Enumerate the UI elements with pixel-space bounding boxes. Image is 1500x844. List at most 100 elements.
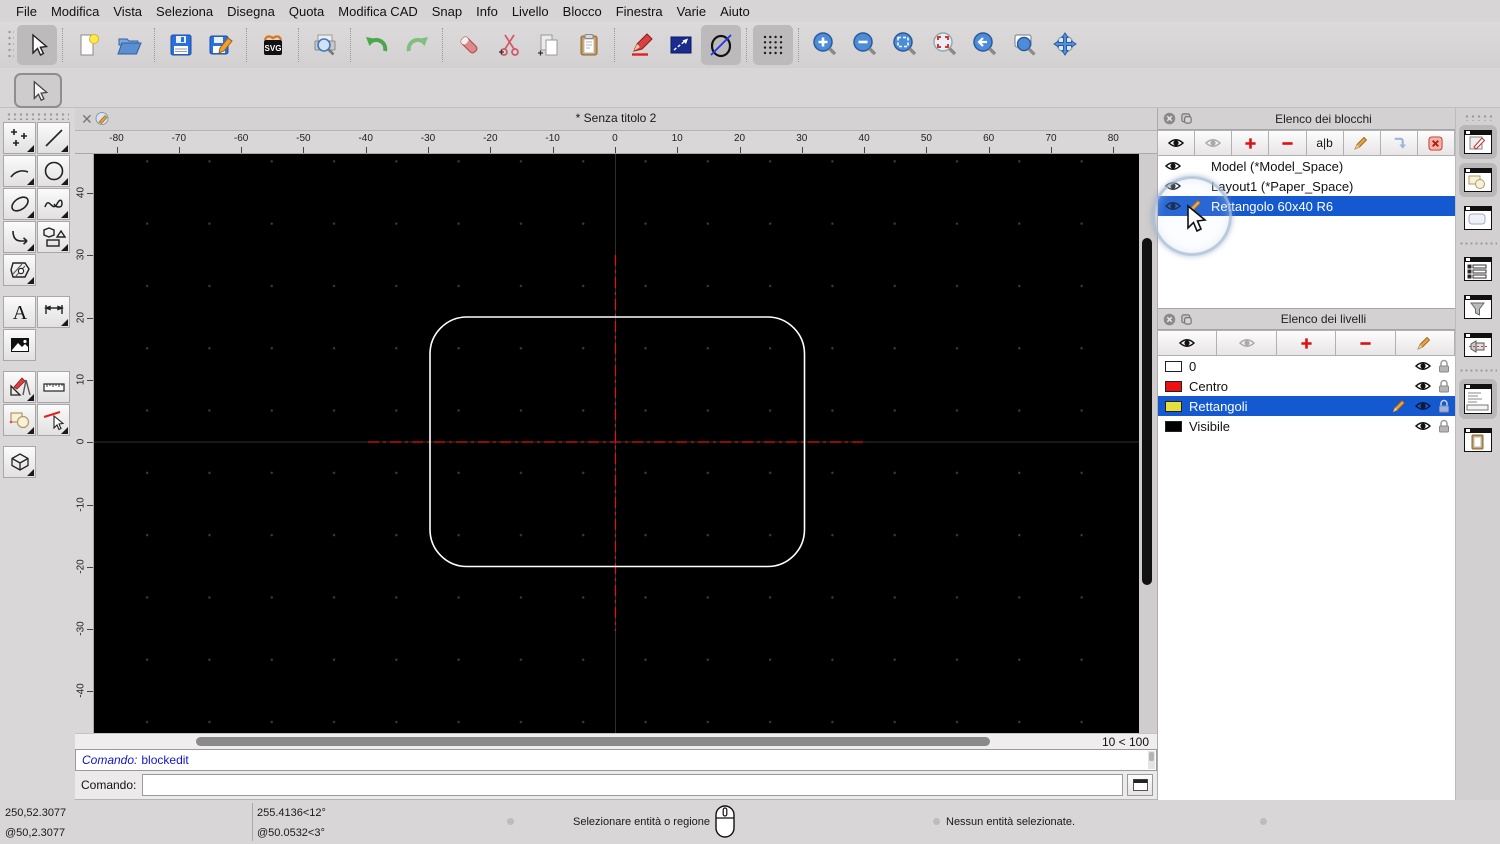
panel-close-icon[interactable] xyxy=(1163,313,1176,326)
copy-button[interactable] xyxy=(529,25,569,65)
menu-item-file[interactable]: File xyxy=(9,4,44,19)
command-input[interactable] xyxy=(142,774,1123,796)
block-rename-button[interactable]: a|b xyxy=(1305,130,1344,156)
block-edit-dock-button[interactable] xyxy=(1459,125,1497,159)
vertical-scrollbar-thumb[interactable] xyxy=(1142,238,1152,585)
vertical-scrollbar[interactable] xyxy=(1139,154,1157,733)
history-scrollbar[interactable] xyxy=(1148,751,1155,769)
layer-add-button[interactable] xyxy=(1275,330,1337,356)
command-line-dock-button[interactable] xyxy=(1459,379,1497,419)
command-window-button[interactable] xyxy=(1127,774,1153,796)
modify-tool-button[interactable] xyxy=(37,404,70,436)
line-tool-button[interactable] xyxy=(37,122,70,154)
visibility-eye-icon[interactable] xyxy=(1165,160,1181,173)
line-settings-button[interactable] xyxy=(661,25,701,65)
zoom-previous-button[interactable] xyxy=(965,25,1005,65)
layer-visibility-icon[interactable] xyxy=(1415,420,1431,433)
drafting-tools-button[interactable] xyxy=(3,371,36,403)
drawing-canvas[interactable] xyxy=(94,154,1139,733)
selection-pointer-button[interactable] xyxy=(14,73,62,108)
visibility-eye-icon[interactable] xyxy=(1165,200,1181,213)
layer-hide-all-button[interactable] xyxy=(1216,330,1277,356)
layer-show-all-button[interactable] xyxy=(1157,330,1218,356)
menu-item-varie[interactable]: Varie xyxy=(670,4,713,19)
block-edit-button[interactable] xyxy=(1342,130,1381,156)
arc-tool-button[interactable] xyxy=(3,155,36,187)
panel-float-icon[interactable] xyxy=(1180,313,1193,326)
layer-row-centro[interactable]: Centro xyxy=(1158,376,1455,396)
block-remove-button[interactable] xyxy=(1268,130,1307,156)
menu-item-vista[interactable]: Vista xyxy=(106,4,149,19)
hatch-tool-button[interactable] xyxy=(3,254,36,286)
undo-button[interactable] xyxy=(357,25,397,65)
circle-tool-button[interactable] xyxy=(37,155,70,187)
layer-list-dock-button[interactable] xyxy=(1459,252,1497,286)
toolbar-grip[interactable] xyxy=(7,29,14,61)
dock-grip[interactable] xyxy=(1464,114,1492,121)
ellipse-tool-button[interactable] xyxy=(3,188,36,220)
layer-edit-button[interactable] xyxy=(1394,330,1456,356)
construction-mode-button[interactable] xyxy=(701,25,741,65)
redo-button[interactable] xyxy=(397,25,437,65)
layer-visibility-icon[interactable] xyxy=(1415,400,1431,413)
panel-float-icon[interactable] xyxy=(1180,112,1193,125)
zoom-selection-button[interactable] xyxy=(925,25,965,65)
save-button[interactable] xyxy=(161,25,201,65)
block-row-model[interactable]: Model (*Model_Space) xyxy=(1158,156,1455,176)
shapes-tool-button[interactable] xyxy=(37,221,70,253)
grid-toggle-button[interactable] xyxy=(753,25,793,65)
menu-item-finestra[interactable]: Finestra xyxy=(609,4,670,19)
layer-lock-icon[interactable] xyxy=(1438,419,1451,433)
preview-dock-button[interactable] xyxy=(1459,201,1497,235)
paste-button[interactable] xyxy=(569,25,609,65)
menu-item-livello[interactable]: Livello xyxy=(505,4,556,19)
pan-button[interactable] xyxy=(1045,25,1085,65)
horizontal-scrollbar-thumb[interactable] xyxy=(196,737,990,746)
menu-item-info[interactable]: Info xyxy=(469,4,505,19)
block-insert-button[interactable] xyxy=(1379,130,1418,156)
palette-grip[interactable] xyxy=(6,112,69,120)
layer-row-visibile[interactable]: Visibile xyxy=(1158,416,1455,436)
svg-export-button[interactable]: SVG xyxy=(253,25,293,65)
block-purge-button[interactable] xyxy=(1416,130,1455,156)
panel-close-icon[interactable] xyxy=(1163,112,1176,125)
layer-visibility-icon[interactable] xyxy=(1415,380,1431,393)
horizontal-scrollbar[interactable]: 10 < 100 xyxy=(75,733,1157,749)
viewports-dock-button[interactable] xyxy=(1459,328,1497,362)
image-tool-button[interactable] xyxy=(3,329,36,361)
zoom-window-button[interactable] xyxy=(1005,25,1045,65)
block-row-layout1[interactable]: Layout1 (*Paper_Space) xyxy=(1158,176,1455,196)
menu-item-quota[interactable]: Quota xyxy=(282,4,331,19)
layer-remove-button[interactable] xyxy=(1335,330,1396,356)
menu-item-modifica[interactable]: Modifica xyxy=(44,4,106,19)
dimension-tool-button[interactable] xyxy=(37,296,70,328)
layer-row-0[interactable]: 0 xyxy=(1158,356,1455,376)
menu-item-snap[interactable]: Snap xyxy=(425,4,469,19)
menu-item-modifica-cad[interactable]: Modifica CAD xyxy=(331,4,424,19)
library-browser-dock-button[interactable] xyxy=(1459,163,1497,197)
block-show-all-button[interactable] xyxy=(1157,130,1196,156)
menu-item-aiuto[interactable]: Aiuto xyxy=(713,4,757,19)
select-tool-button[interactable] xyxy=(17,25,57,65)
layer-lock-icon[interactable] xyxy=(1438,359,1451,373)
polyline-tool-button[interactable] xyxy=(3,221,36,253)
clipboard-dock-button[interactable] xyxy=(1459,423,1497,457)
menu-item-blocco[interactable]: Blocco xyxy=(556,4,609,19)
layer-row-rettangoli[interactable]: Rettangoli xyxy=(1158,396,1455,416)
cut-button[interactable] xyxy=(489,25,529,65)
menu-item-seleziona[interactable]: Seleziona xyxy=(149,4,220,19)
layer-visibility-icon[interactable] xyxy=(1415,360,1431,373)
delete-button[interactable] xyxy=(449,25,489,65)
block-tools-button[interactable] xyxy=(3,404,36,436)
measure-tool-button[interactable] xyxy=(37,371,70,403)
block-hide-all-button[interactable] xyxy=(1194,130,1233,156)
visibility-eye-icon[interactable] xyxy=(1165,180,1181,193)
spline-tool-button[interactable] xyxy=(37,188,70,220)
solid-3d-tool-button[interactable] xyxy=(3,446,36,478)
filter-dock-button[interactable] xyxy=(1459,290,1497,324)
open-file-button[interactable] xyxy=(109,25,149,65)
block-add-button[interactable] xyxy=(1231,130,1270,156)
zoom-in-button[interactable] xyxy=(805,25,845,65)
menu-item-disegna[interactable]: Disegna xyxy=(220,4,282,19)
text-tool-button[interactable]: A xyxy=(3,296,36,328)
